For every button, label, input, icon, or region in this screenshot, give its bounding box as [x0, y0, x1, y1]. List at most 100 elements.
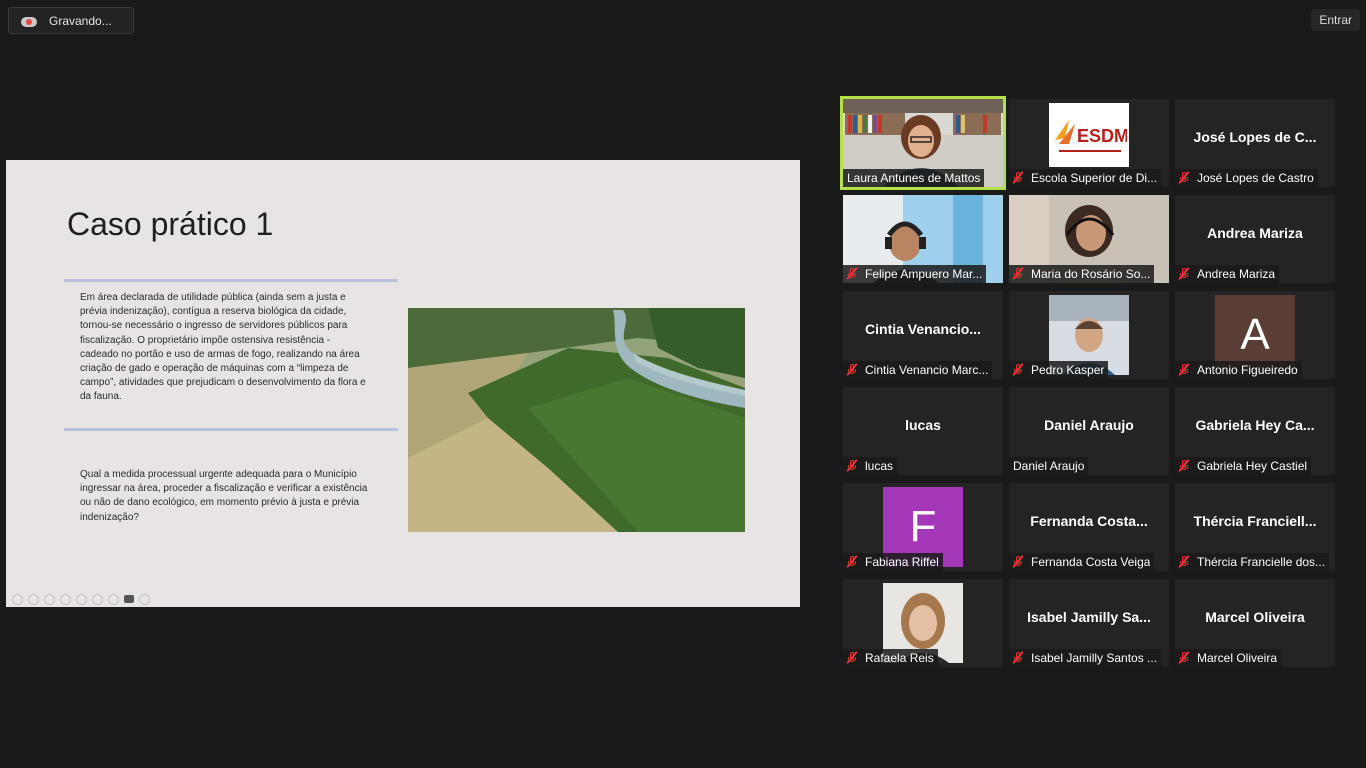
slide-toolbar: [12, 594, 150, 605]
participant-name: Andrea Mariza: [1197, 267, 1276, 281]
participant-name: Antonio Figueiredo: [1197, 363, 1298, 377]
muted-mic-icon: [1178, 459, 1190, 472]
participant-name-label: Gabriela Hey Castiel: [1175, 457, 1312, 475]
participant-tile[interactable]: Felipe Ampuero Mar...: [843, 195, 1003, 283]
participant-tile[interactable]: Marcel Oliveira Marcel Oliveira: [1175, 579, 1335, 667]
participant-name-label: Andrea Mariza: [1175, 265, 1280, 283]
participant-tile[interactable]: Thércia Franciell... Thércia Francielle d…: [1175, 483, 1335, 571]
participant-name: Thércia Francielle dos...: [1197, 555, 1326, 569]
muted-mic-icon: [1012, 363, 1024, 376]
participant-name-label: Maria do Rosário So...: [1009, 265, 1155, 283]
participant-tile[interactable]: Maria do Rosário So...: [1009, 195, 1169, 283]
participant-name: lucas: [865, 459, 894, 473]
slide-tool-icon[interactable]: [60, 594, 71, 605]
participant-tile[interactable]: José Lopes de C... José Lopes de Castro: [1175, 99, 1335, 187]
muted-mic-icon: [846, 651, 858, 664]
avatar-initial: F: [909, 502, 937, 551]
participant-name-label: Laura Antunes de Mattos: [843, 169, 985, 187]
participant-name: Felipe Ampuero Mar...: [865, 267, 983, 281]
participant-name: Isabel Jamilly Santos ...: [1031, 651, 1158, 665]
participant-tile[interactable]: Fernanda Costa... Fernanda Costa Veiga: [1009, 483, 1169, 571]
slide-title: Caso prático 1: [67, 206, 274, 242]
enter-button[interactable]: Entrar: [1311, 9, 1360, 31]
participant-tile[interactable]: Rafaela Reis: [843, 579, 1003, 667]
participant-name: Pedro Kasper: [1031, 363, 1105, 377]
recording-label: Gravando...: [49, 13, 112, 28]
slide-tool-icon[interactable]: [108, 594, 119, 605]
participant-tile[interactable]: F Fabiana Riffel: [843, 483, 1003, 571]
esdm-logo: ESDM: [1049, 103, 1129, 167]
camera-icon[interactable]: [124, 595, 134, 603]
participant-name: Cintia Venancio Marc...: [865, 363, 989, 377]
participant-tile[interactable]: Gabriela Hey Ca... Gabriela Hey Castiel: [1175, 387, 1335, 475]
muted-mic-icon: [1178, 651, 1190, 664]
participant-tile[interactable]: A Antonio Figueiredo: [1175, 291, 1335, 379]
muted-mic-icon: [846, 459, 858, 472]
muted-mic-icon: [1178, 363, 1190, 376]
participant-name-label: Pedro Kasper: [1009, 361, 1109, 379]
participant-name-label: Daniel Araujo: [1009, 457, 1089, 475]
participant-display-name: Daniel Araujo: [1044, 417, 1134, 433]
slide-question: Qual a medida processual urgente adequad…: [80, 469, 368, 523]
participant-name-label: Felipe Ampuero Mar...: [843, 265, 987, 283]
muted-mic-icon: [1012, 171, 1024, 184]
participant-display-name: lucas: [905, 417, 941, 433]
participant-name: Fernanda Costa Veiga: [1031, 555, 1151, 569]
participant-tile[interactable]: ESDM Escola Superior de Di...: [1009, 99, 1169, 187]
esdm-logo-text: ESDM: [1077, 126, 1127, 146]
slide-tool-icon[interactable]: [44, 594, 55, 605]
slide-tool-icon[interactable]: [139, 594, 150, 605]
avatar-initial: A: [1240, 310, 1270, 359]
slide-tool-icon[interactable]: [12, 594, 23, 605]
muted-mic-icon: [1178, 555, 1190, 568]
participant-name-label: Fabiana Riffel: [843, 553, 943, 571]
slide-case-description: Em área declarada de utilidade pública (…: [80, 292, 366, 403]
participant-display-name: José Lopes de C...: [1193, 129, 1317, 145]
participant-name-label: Rafaela Reis: [843, 649, 938, 667]
participant-name: Marcel Oliveira: [1197, 651, 1278, 665]
participant-name: Rafaela Reis: [865, 651, 934, 665]
participant-tile[interactable]: lucas lucas: [843, 387, 1003, 475]
participant-name: Laura Antunes de Mattos: [847, 171, 981, 185]
participant-name: Fabiana Riffel: [865, 555, 939, 569]
muted-mic-icon: [846, 363, 858, 376]
slide-tool-icon[interactable]: [28, 594, 39, 605]
shared-slide: Caso prático 1 Em área declarada de util…: [6, 160, 800, 607]
participant-display-name: Andrea Mariza: [1207, 225, 1303, 241]
participant-tile[interactable]: Laura Antunes de Mattos: [840, 96, 1006, 190]
aerial-forest-photo: [408, 308, 745, 532]
participant-display-name: Fernanda Costa...: [1030, 513, 1148, 529]
participant-name-label: Cintia Venancio Marc...: [843, 361, 993, 379]
participant-name-label: lucas: [843, 457, 898, 475]
participant-display-name: Gabriela Hey Ca...: [1195, 417, 1315, 433]
participant-tile[interactable]: Isabel Jamilly Sa... Isabel Jamilly Santo…: [1009, 579, 1169, 667]
muted-mic-icon: [846, 555, 858, 568]
participant-name: Daniel Araujo: [1013, 459, 1085, 473]
slide-tool-icon[interactable]: [92, 594, 103, 605]
participant-name-label: Antonio Figueiredo: [1175, 361, 1302, 379]
participant-name-label: Fernanda Costa Veiga: [1009, 553, 1155, 571]
slide-divider-bottom: [64, 428, 398, 431]
recording-indicator[interactable]: Gravando...: [8, 7, 134, 34]
muted-mic-icon: [846, 267, 858, 280]
participant-name: Escola Superior de Di...: [1031, 171, 1158, 185]
slide-divider-top: [64, 279, 398, 282]
participant-name-label: Isabel Jamilly Santos ...: [1009, 649, 1162, 667]
participant-name-label: Marcel Oliveira: [1175, 649, 1282, 667]
participant-display-name: Marcel Oliveira: [1205, 609, 1305, 625]
slide-tool-icon[interactable]: [76, 594, 87, 605]
participant-tile[interactable]: Daniel Araujo Daniel Araujo: [1009, 387, 1169, 475]
recording-cloud-icon: [21, 15, 37, 27]
participant-display-name: Cintia Venancio...: [865, 321, 981, 337]
muted-mic-icon: [1012, 267, 1024, 280]
participant-tile[interactable]: Pedro Kasper: [1009, 291, 1169, 379]
muted-mic-icon: [1012, 555, 1024, 568]
participant-display-name: Isabel Jamilly Sa...: [1027, 609, 1151, 625]
participant-name-label: Thércia Francielle dos...: [1175, 553, 1330, 571]
participant-name-label: Escola Superior de Di...: [1009, 169, 1162, 187]
muted-mic-icon: [1012, 651, 1024, 664]
participant-tile[interactable]: Andrea Mariza Andrea Mariza: [1175, 195, 1335, 283]
participant-tile[interactable]: Cintia Venancio... Cintia Venancio Marc..…: [843, 291, 1003, 379]
participant-name: Maria do Rosário So...: [1031, 267, 1151, 281]
participant-name-label: José Lopes de Castro: [1175, 169, 1318, 187]
